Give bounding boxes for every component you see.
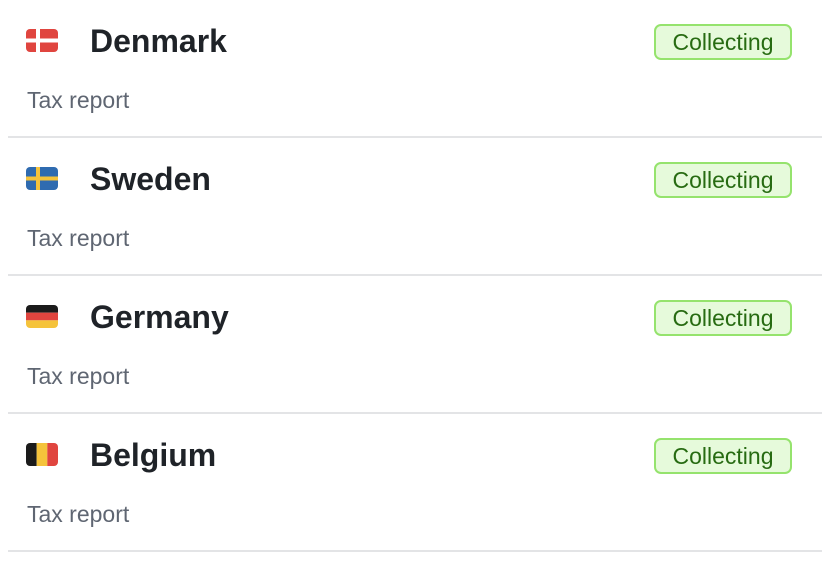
sweden-flag-icon [26, 167, 58, 190]
tax-report-label: Tax report [27, 225, 130, 251]
list-item-belgium[interactable]: Belgium Tax report Collecting [8, 414, 822, 552]
germany-flag-icon [26, 305, 58, 328]
list-item-germany[interactable]: Germany Tax report Collecting [8, 276, 822, 414]
country-name: Belgium [90, 437, 217, 473]
denmark-flag-icon [26, 29, 58, 52]
list-item-sweden[interactable]: Sweden Tax report Collecting [8, 138, 822, 276]
country-tax-list: Denmark Tax report Collecting Sweden Tax… [8, 0, 822, 552]
status-badge: Collecting [654, 24, 792, 60]
belgium-flag-icon [26, 443, 58, 466]
tax-report-label: Tax report [27, 363, 130, 389]
status-badge: Collecting [654, 162, 792, 198]
status-badge: Collecting [654, 438, 792, 474]
tax-report-label: Tax report [27, 87, 130, 113]
country-name: Germany [90, 299, 229, 335]
list-item-denmark[interactable]: Denmark Tax report Collecting [8, 0, 822, 138]
country-name: Sweden [90, 161, 211, 197]
country-name: Denmark [90, 23, 227, 59]
status-badge: Collecting [654, 300, 792, 336]
tax-report-label: Tax report [27, 501, 130, 527]
